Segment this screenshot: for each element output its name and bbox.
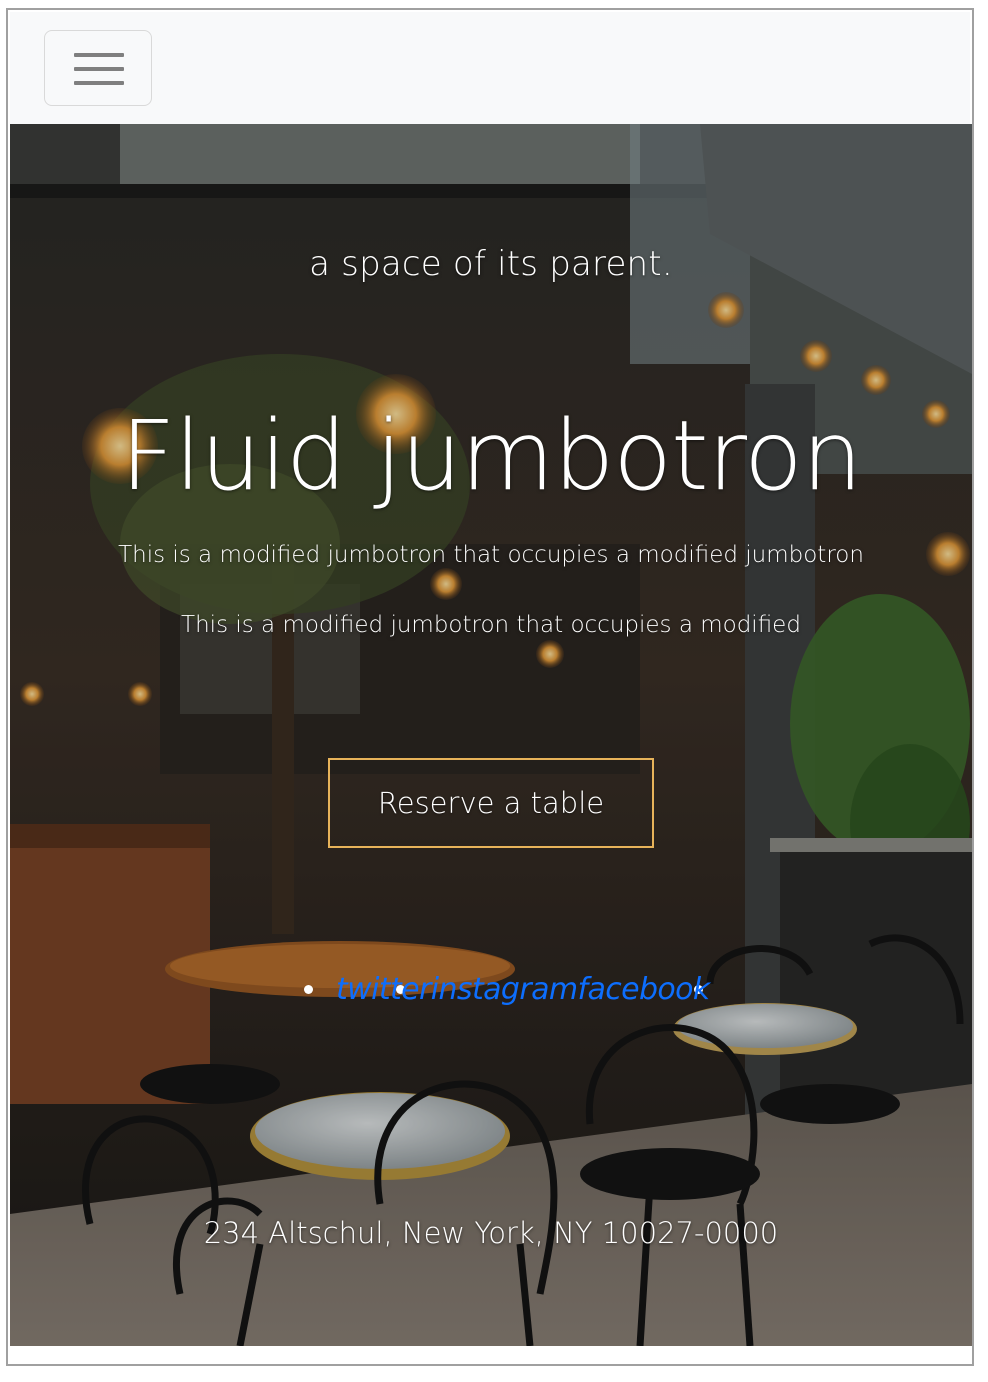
- browser-viewport: a space of its parent. Fluid jumbotron T…: [6, 8, 974, 1366]
- jumbotron: a space of its parent. Fluid jumbotron T…: [10, 124, 972, 1346]
- social-links: twitterinstagramfacebook: [336, 972, 710, 1007]
- page-bottom-strip: [10, 1346, 970, 1364]
- hamburger-menu-icon-bar: [74, 67, 124, 71]
- hero-lead-primary: This is a modified jumbotron that occupi…: [118, 542, 864, 568]
- list-bullet-icon: [304, 985, 313, 994]
- instagram-link[interactable]: instagram: [431, 972, 578, 1007]
- hero-tagline: a space of its parent.: [309, 244, 673, 284]
- facebook-link[interactable]: facebook: [577, 972, 710, 1007]
- restaurant-patio-photo: [10, 124, 972, 1346]
- navbar: [10, 12, 970, 124]
- reserve-table-button[interactable]: Reserve a table: [328, 758, 654, 848]
- social-links-list: twitterinstagramfacebook: [10, 970, 972, 1010]
- twitter-link[interactable]: twitter: [336, 972, 431, 1007]
- footer-address: 234 Altschul, New York, NY 10027-0000: [203, 1216, 779, 1250]
- hamburger-menu-icon: [74, 53, 124, 57]
- hero-title: Fluid jumbotron: [120, 400, 862, 512]
- hamburger-menu-icon-bar: [74, 81, 124, 85]
- hero-lead-secondary: This is a modified jumbotron that occupi…: [181, 612, 801, 638]
- navbar-toggler-button[interactable]: [44, 30, 152, 106]
